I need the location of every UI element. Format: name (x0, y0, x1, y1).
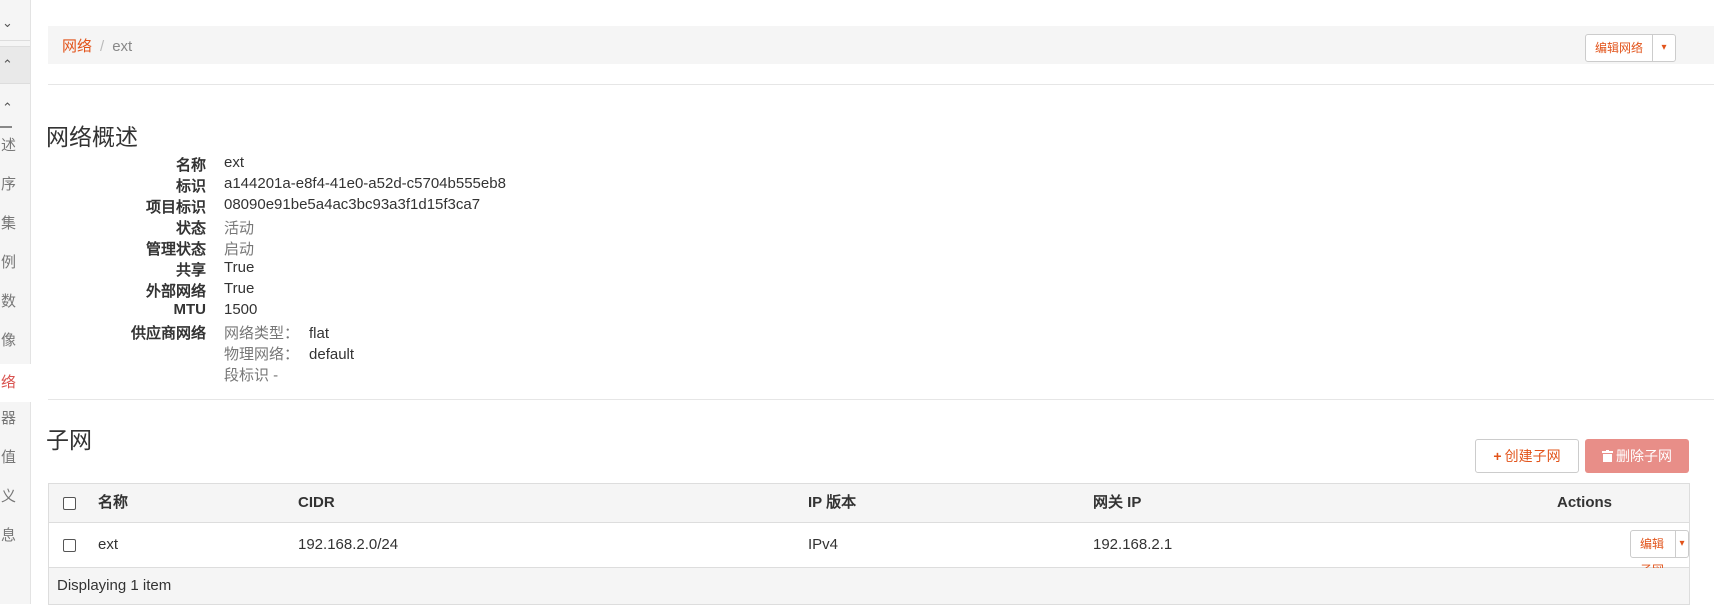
field-value-project-id: 08090e91be5a4ac3bc93a3f1d15f3ca7 (224, 196, 481, 213)
field-value-admin-state: 启动 (224, 241, 255, 258)
row-checkbox[interactable] (63, 539, 76, 552)
sidebar-item-images[interactable]: 像 (0, 329, 31, 350)
sidebar-item-clusters[interactable]: 集 (0, 212, 31, 233)
physical-network-value: default (309, 346, 355, 363)
field-label-project-id: 项目标识 (145, 199, 206, 216)
field-value-id: a144201a-e8f4-41e0-a52d-c5704b555eb8 (224, 175, 506, 192)
chevron-down-icon[interactable]: ▾ (1653, 35, 1675, 61)
provider-network-type: 网络类型： flat (224, 322, 329, 343)
table-row: ext 192.168.2.0/24 IPv4 192.168.2.1 编辑子网… (49, 523, 1689, 577)
sidebar-divider (0, 126, 12, 128)
sidebar-item-definitions[interactable]: 义 (0, 485, 31, 506)
subnet-gateway: 192.168.2.1 (1093, 536, 1173, 553)
table-footer: Displaying 1 item (49, 568, 1689, 604)
divider (48, 84, 1714, 85)
sidebar-item-info[interactable]: 息 (0, 524, 31, 545)
chevron-down-icon[interactable]: ▾ (1676, 531, 1688, 557)
field-value-mtu: 1500 (224, 301, 258, 318)
chevron-down-icon[interactable]: ⌄ (0, 5, 30, 41)
trash-icon (1602, 450, 1613, 462)
subnets-table: 名称 CIDR IP 版本 网关 IP Actions ext 192.168.… (48, 483, 1690, 605)
edit-network-button[interactable]: 编辑网络 (1586, 35, 1654, 61)
field-value-status: 活动 (224, 220, 255, 237)
edit-subnet-button-group: 编辑子网 ▾ (1630, 530, 1689, 577)
create-subnet-label: 创建子网 (1504, 448, 1561, 464)
sidebar-item-values[interactable]: 值 (0, 446, 31, 467)
column-header-cidr[interactable]: CIDR (298, 484, 335, 522)
create-subnet-button[interactable]: + 创建子网 (1475, 439, 1579, 473)
delete-subnet-label: 删除子网 (1616, 448, 1672, 464)
field-label-admin-state: 管理状态 (145, 241, 206, 258)
table-header: 名称 CIDR IP 版本 网关 IP Actions (49, 484, 1689, 523)
subnet-ip-version: IPv4 (808, 536, 839, 553)
overview-title: 网络概述 (46, 124, 138, 150)
field-label-mtu: MTU (173, 301, 207, 318)
sidebar-item-overview[interactable]: 述 (0, 134, 31, 155)
select-all-checkbox[interactable] (63, 497, 76, 510)
left-sidebar: ⌄ ⌃ ⌃ 述 序 集 例 数 像 络 器 值 义 息 (0, 0, 31, 604)
sidebar-item-routers[interactable]: 器 (0, 407, 31, 428)
subnet-name-link[interactable]: ext (98, 523, 118, 567)
column-header-gateway[interactable]: 网关 IP (1093, 484, 1141, 522)
breadcrumb-current: ext (112, 38, 133, 55)
sidebar-item-instances[interactable]: 例 (0, 251, 31, 272)
column-header-name[interactable]: 名称 (98, 484, 128, 522)
chevron-up-icon[interactable]: ⌃ (0, 46, 30, 84)
field-value-name: ext (224, 154, 245, 171)
column-header-actions: Actions (1557, 494, 1613, 511)
chevron-up-icon[interactable]: ⌃ (0, 90, 30, 126)
sidebar-item-data[interactable]: 数 (0, 290, 31, 311)
field-label-id: 标识 (175, 178, 206, 195)
field-label-external: 外部网络 (145, 283, 206, 300)
physical-network-label: 物理网络： (224, 346, 300, 363)
breadcrumb-bar: 网络 / ext (48, 26, 1714, 64)
plus-icon: + (1493, 448, 1502, 464)
field-label-status: 状态 (175, 220, 206, 237)
field-label-provider: 供应商网络 (130, 325, 206, 342)
sidebar-item-apps[interactable]: 序 (0, 173, 31, 194)
provider-physical-network: 物理网络： default (224, 343, 354, 364)
edit-subnet-button[interactable]: 编辑子网 (1631, 531, 1677, 577)
network-type-label: 网络类型： (224, 325, 300, 342)
field-value-shared: True (224, 259, 255, 276)
breadcrumb-separator: / (100, 38, 105, 55)
field-value-external: True (224, 280, 255, 297)
field-label-shared: 共享 (175, 262, 206, 279)
segment-id: 段标识 - (224, 367, 279, 384)
subnets-title: 子网 (46, 427, 92, 453)
subnet-cidr: 192.168.2.0/24 (298, 536, 399, 553)
item-count: Displaying 1 item (57, 577, 172, 594)
breadcrumb: 网络 / ext (62, 35, 132, 56)
edit-network-button-group: 编辑网络 ▾ (1585, 34, 1677, 62)
breadcrumb-networks-link[interactable]: 网络 (62, 38, 92, 55)
column-header-ip-version[interactable]: IP 版本 (808, 484, 856, 522)
delete-subnet-button[interactable]: 删除子网 (1585, 439, 1689, 473)
network-type-value: flat (309, 325, 330, 342)
divider (48, 399, 1714, 400)
sidebar-item-networks[interactable]: 络 (0, 364, 31, 402)
field-label-name: 名称 (175, 157, 206, 174)
